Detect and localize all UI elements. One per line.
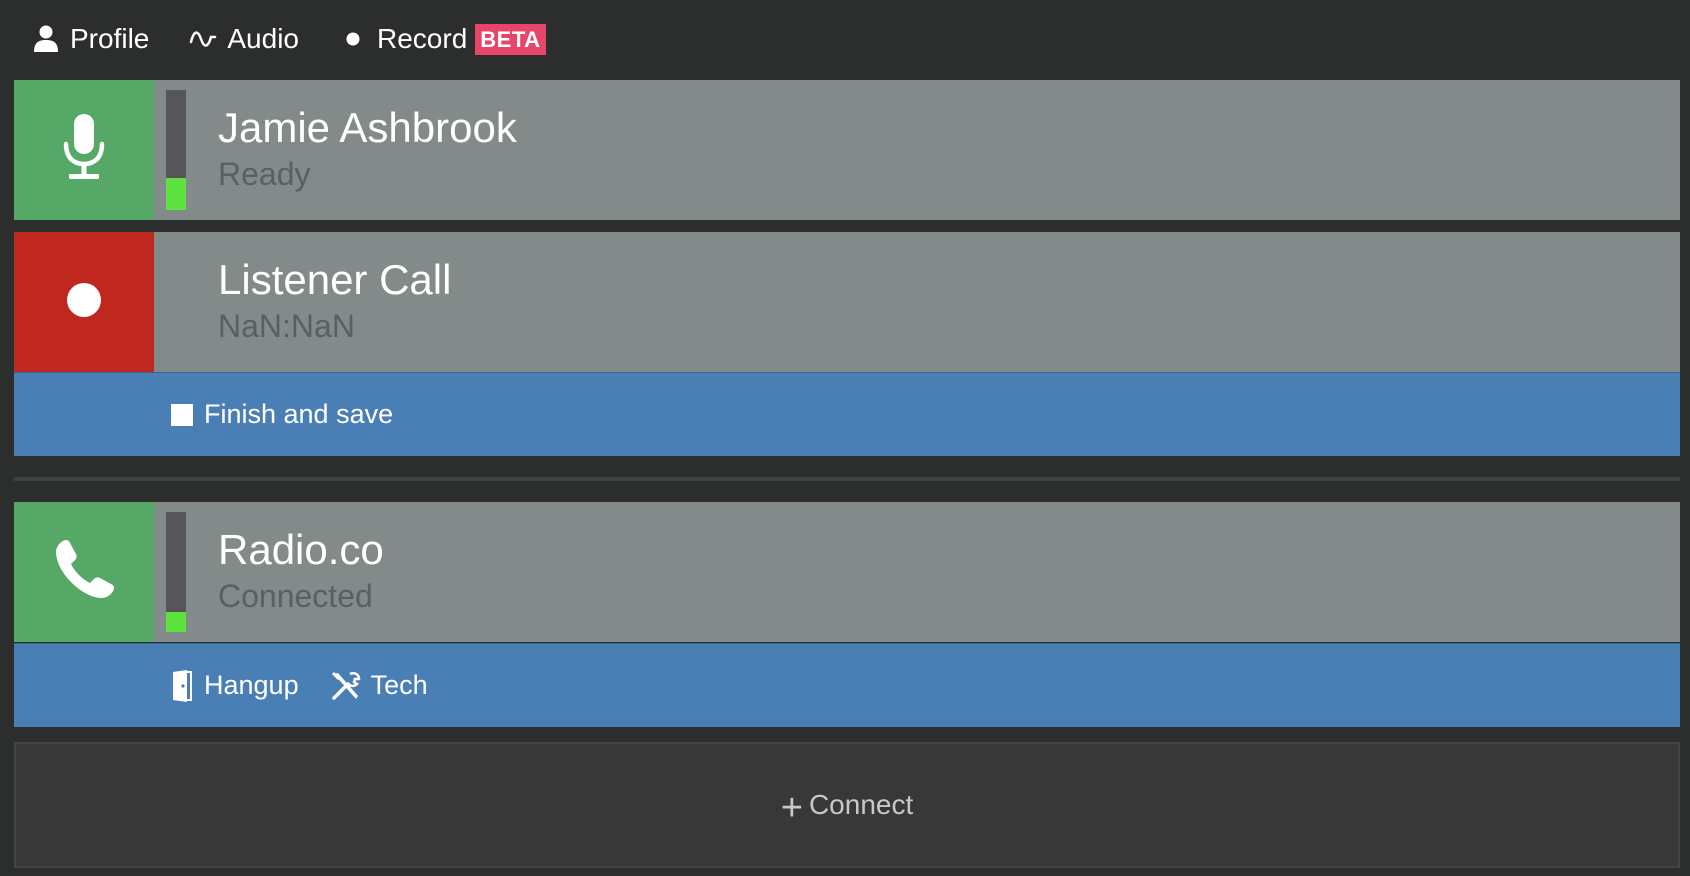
nav-audio[interactable]: Audio [187, 19, 299, 59]
user-icon [30, 23, 62, 55]
waveform-icon [187, 23, 219, 55]
plus-icon: + [780, 787, 803, 829]
nav-audio-label: Audio [227, 23, 299, 54]
listener-record-button[interactable] [14, 232, 154, 372]
caller-phone-button[interactable] [14, 502, 154, 642]
finish-and-save-button[interactable]: Finish and save [168, 399, 393, 431]
caller-name: Radio.co [218, 526, 384, 573]
door-icon [168, 669, 196, 702]
microphone-icon [61, 112, 107, 189]
section-divider [14, 477, 1680, 481]
tech-label: Tech [370, 670, 428, 700]
host-level-fill [166, 177, 186, 210]
host-mic-button[interactable] [14, 80, 154, 220]
host-name: Jamie Ashbrook [218, 104, 517, 151]
nav-record-label: Record [377, 23, 468, 54]
listener-actions: Finish and save [14, 372, 1680, 456]
caller-level-meter [166, 512, 186, 632]
host-status: Ready [218, 156, 311, 192]
host-card: Jamie Ashbrook Ready [14, 80, 1680, 220]
connect-button[interactable]: + Connect [14, 742, 1680, 868]
top-nav: Profile Audio Record BETA [0, 0, 1690, 78]
hangup-button[interactable]: Hangup [168, 669, 299, 702]
caller-actions: Hangup Tech [14, 643, 1680, 727]
host-level-meter [166, 90, 186, 210]
caller-level-fill [166, 611, 186, 632]
record-dot-icon [65, 281, 103, 324]
stop-square-icon [168, 399, 196, 431]
tech-button[interactable]: Tech [329, 670, 428, 702]
connect-label: Connect [808, 789, 914, 820]
listener-card: Listener Call NaN:NaN [14, 232, 1680, 372]
finish-and-save-label: Finish and save [204, 399, 394, 429]
phone-icon [52, 538, 116, 607]
wrench-screwdriver-icon [329, 670, 363, 702]
nav-record[interactable]: Record BETA [337, 19, 546, 59]
listener-timer: NaN:NaN [218, 308, 355, 344]
caller-card: Radio.co Connected [14, 502, 1680, 642]
listener-name: Listener Call [218, 256, 452, 303]
nav-profile-label: Profile [70, 23, 150, 54]
caller-status: Connected [218, 578, 373, 614]
record-dot-icon [337, 23, 369, 55]
beta-badge: BETA [475, 23, 546, 55]
nav-profile[interactable]: Profile [30, 19, 149, 59]
hangup-label: Hangup [204, 670, 299, 700]
